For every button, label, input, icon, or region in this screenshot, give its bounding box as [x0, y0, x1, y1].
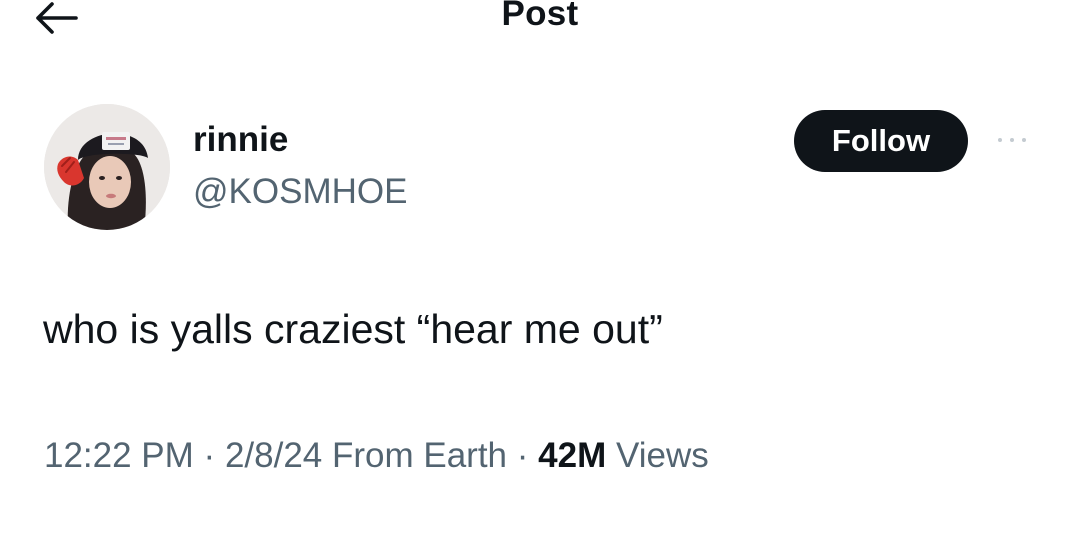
- more-button[interactable]: [986, 128, 1038, 152]
- author-display-name[interactable]: rinnie: [193, 120, 288, 160]
- views-label: Views: [615, 436, 709, 475]
- post-metadata: 12:22 PM · 2/8/24 From Earth · 42M Views: [44, 436, 709, 476]
- profile-photo: [44, 104, 170, 230]
- top-bar: Post: [0, 0, 1080, 40]
- views-count: 42M: [538, 436, 607, 475]
- meta-separator: ·: [203, 436, 216, 475]
- meta-separator: ·: [516, 436, 529, 475]
- post-date[interactable]: 2/8/24: [225, 436, 322, 475]
- avatar[interactable]: [44, 104, 170, 230]
- post-time[interactable]: 12:22 PM: [44, 436, 194, 475]
- follow-button[interactable]: Follow: [794, 110, 968, 172]
- author-handle[interactable]: @KOSMHOE: [193, 172, 407, 212]
- more-dots-icon: [998, 138, 1026, 142]
- post-source: From Earth: [331, 436, 508, 475]
- post-text: who is yalls craziest “hear me out”: [43, 306, 663, 352]
- page-title: Post: [501, 0, 579, 33]
